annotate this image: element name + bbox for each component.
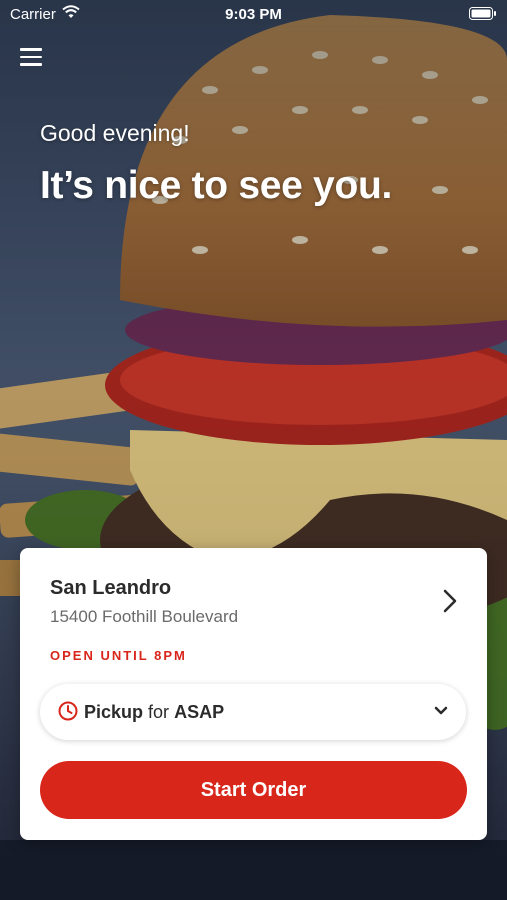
menu-bar (20, 55, 42, 58)
store-card: San Leandro 15400 Foothill Boulevard OPE… (20, 548, 487, 840)
status-bar: Carrier 9:03 PM (0, 0, 507, 28)
store-name[interactable]: San Leandro (50, 577, 171, 600)
chevron-down-icon (434, 706, 448, 715)
pickup-selector-text: Pickup for ASAP (84, 702, 224, 723)
order-mode-label: Pickup (84, 702, 144, 722)
store-hours-status: OPEN UNTIL 8PM (50, 648, 187, 663)
clock-icon (58, 701, 78, 721)
start-order-button[interactable]: Start Order (40, 761, 467, 819)
menu-bar (20, 63, 42, 66)
order-mode-connector: for (148, 702, 170, 722)
headline-text: It’s nice to see you. (40, 164, 393, 207)
greeting-text: Good evening! (40, 120, 190, 146)
store-address[interactable]: 15400 Foothill Boulevard (50, 607, 238, 627)
menu-icon[interactable] (20, 48, 42, 68)
pickup-time-selector[interactable]: Pickup for ASAP (40, 684, 466, 740)
order-timing-label: ASAP (174, 702, 225, 722)
status-time: 9:03 PM (225, 6, 282, 23)
chevron-right-icon[interactable] (442, 589, 458, 613)
battery-icon (469, 7, 496, 20)
menu-bar (20, 48, 42, 51)
